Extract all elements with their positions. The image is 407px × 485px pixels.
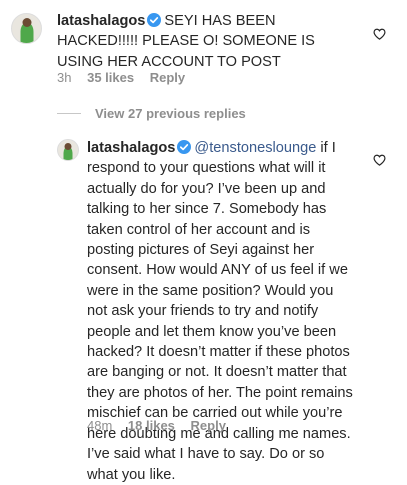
avatar[interactable] [11, 13, 42, 44]
reply-username[interactable]: latashalagos [87, 140, 175, 156]
divider-line [57, 113, 81, 114]
reply-mention[interactable]: @tenstoneslounge [194, 140, 316, 156]
comment-text: latashalagos SEYI HAS BEEN HACKED!!!!! PL… [57, 11, 357, 72]
comment-time: 3h [57, 70, 72, 85]
reply-meta: 48m 18 likes Reply [87, 418, 238, 433]
comment-likes[interactable]: 35 likes [87, 70, 134, 85]
reply-likes[interactable]: 18 likes [128, 418, 175, 433]
view-replies-button[interactable]: View 27 previous replies [57, 106, 246, 121]
comment-reply-button[interactable]: Reply [150, 70, 185, 85]
verified-badge-icon [177, 140, 192, 154]
comment-username[interactable]: latashalagos [57, 13, 145, 29]
verified-badge-icon [147, 13, 162, 27]
view-replies-label: View 27 previous replies [95, 106, 246, 121]
heart-icon[interactable] [373, 154, 386, 166]
reply-avatar[interactable] [57, 139, 79, 161]
heart-icon[interactable] [373, 28, 386, 40]
reply-avatar-head [64, 143, 72, 150]
avatar-head [22, 18, 31, 27]
reply-reply-button[interactable]: Reply [191, 418, 226, 433]
comment-meta: 3h 35 likes Reply [57, 70, 197, 85]
reply-time: 48m [87, 418, 113, 433]
